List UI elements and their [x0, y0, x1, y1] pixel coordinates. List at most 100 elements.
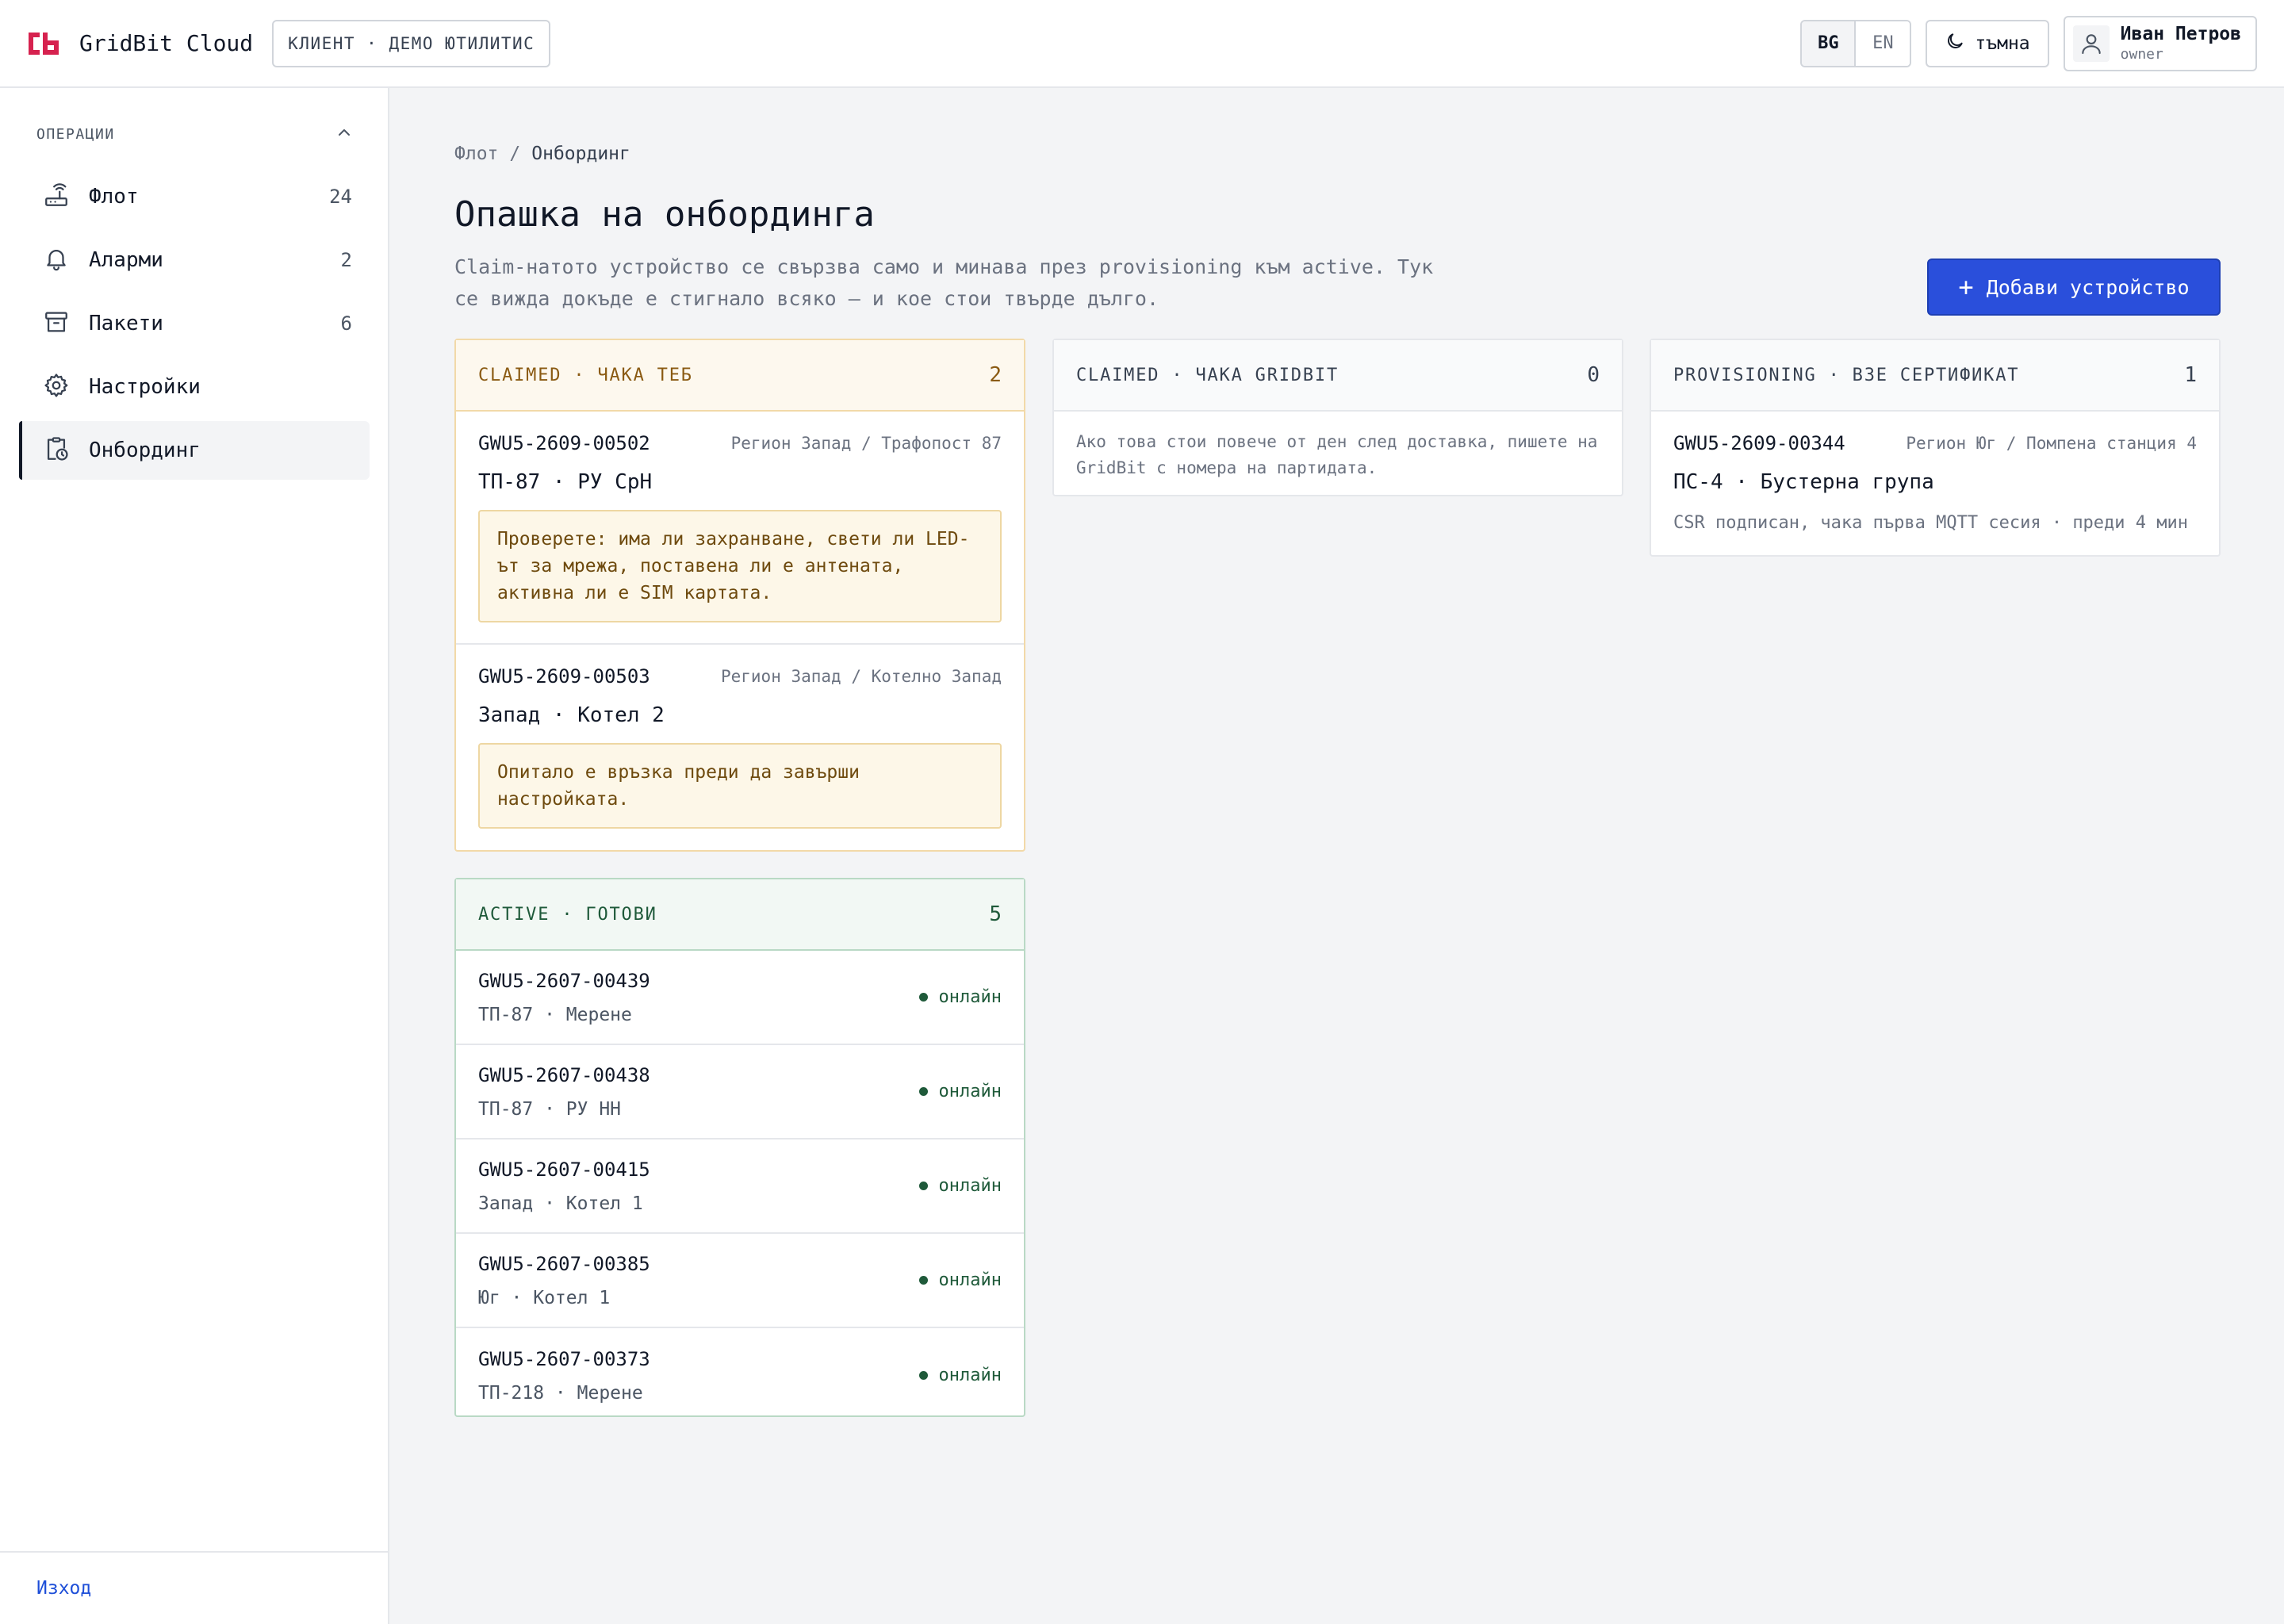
device-id: GWU5-2607-00415: [478, 1158, 650, 1181]
breadcrumb-current: Онбординг: [531, 144, 630, 164]
panel-header: ACTIVE · ГОТОВИ 5: [456, 879, 1024, 951]
sidebar-item-settings[interactable]: Настройки: [19, 358, 370, 416]
claimed-you-panel: CLAIMED · ЧАКА ТЕБ 2 GWU5-2609-00502 Рег…: [454, 339, 1025, 852]
user-menu[interactable]: Иван Петров owner: [2063, 15, 2257, 71]
device-id: GWU5-2609-00503: [478, 665, 650, 688]
sidebar-item-onboarding[interactable]: Онбординг: [19, 421, 370, 480]
add-device-button[interactable]: + Добави устройство: [1927, 259, 2221, 316]
device-location: Регион Запад / Трафопост 87: [730, 434, 1002, 453]
user-name: Иван Петров: [2120, 23, 2241, 44]
panel-title: CLAIMED · ЧАКА GRIDBIT: [1076, 365, 1339, 385]
active-device-row[interactable]: GWU5-2607-00439 ТП-87 · Мерене онлайн: [456, 951, 1024, 1045]
logout-link[interactable]: Изход: [0, 1551, 388, 1624]
top-bar: GridBit Cloud КЛИЕНТ · ДЕМО ЮТИЛИТИС BG …: [0, 0, 2284, 88]
panel-header: PROVISIONING · ВЗЕ СЕРТИФИКАТ 1: [1651, 340, 2219, 412]
user-avatar-icon: [2072, 25, 2110, 62]
device-id: GWU5-2609-00502: [478, 432, 650, 454]
device-name: ТП-218 · Мерене: [478, 1382, 643, 1404]
panel-count: 0: [1587, 363, 1600, 387]
sidebar-item-count: 24: [329, 186, 352, 208]
status-badge: онлайн: [918, 1176, 1002, 1196]
theme-toggle-button[interactable]: тъмна: [1926, 19, 2049, 67]
online-dot-icon: [918, 993, 928, 1002]
device-id: GWU5-2607-00373: [478, 1347, 650, 1370]
active-device-row[interactable]: GWU5-2607-00438 ТП-87 · РУ НН онлайн: [456, 1045, 1024, 1139]
plus-icon: +: [1958, 272, 1974, 302]
status-label: онлайн: [938, 987, 1002, 1007]
active-device-row[interactable]: GWU5-2607-00373 ТП-218 · Мерене онлайн: [456, 1328, 1024, 1423]
device-card[interactable]: GWU5-2609-00502 Регион Запад / Трафопост…: [456, 412, 1024, 645]
device-card[interactable]: GWU5-2609-00503 Регион Запад / Котелно З…: [456, 645, 1024, 848]
panel-empty-note: Ако това стои повече от ден след доставк…: [1076, 432, 1598, 477]
panel-count: 2: [989, 363, 1002, 387]
status-label: онлайн: [938, 1082, 1002, 1101]
status-badge: онлайн: [918, 1082, 1002, 1101]
sidebar-item-alarms[interactable]: Аларми 2: [19, 231, 370, 289]
page-title: Опашка на онбординга: [454, 194, 875, 235]
gear-icon: [43, 372, 70, 402]
status-badge: онлайн: [918, 987, 1002, 1007]
device-id: GWU5-2609-00344: [1673, 432, 1845, 454]
breadcrumb-separator: /: [509, 144, 521, 164]
device-name: ТП-87 · РУ СрН: [478, 470, 653, 494]
status-label: онлайн: [938, 1365, 1002, 1385]
sidebar-item-label: Пакети: [89, 312, 163, 335]
section-title: ОПЕРАЦИИ: [36, 125, 115, 143]
online-dot-icon: [918, 1182, 928, 1190]
device-card[interactable]: GWU5-2609-00344 Регион Юг / Помпена стан…: [1651, 412, 2219, 552]
lang-en-button[interactable]: EN: [1856, 21, 1910, 66]
operations-section-toggle[interactable]: ОПЕРАЦИИ: [36, 123, 354, 145]
online-dot-icon: [918, 1371, 928, 1380]
archive-icon: [43, 308, 70, 339]
active-panel: ACTIVE · ГОТОВИ 5 GWU5-2607-00439 ТП-87 …: [454, 878, 1025, 1417]
device-location: Регион Запад / Котелно Запад: [720, 667, 1002, 686]
online-dot-icon: [918, 1087, 928, 1096]
clipboard-clock-icon: [43, 435, 70, 465]
device-name: Запад · Котел 1: [478, 1193, 643, 1214]
panel-count: 1: [2184, 363, 2197, 387]
online-dot-icon: [918, 1276, 928, 1285]
status-label: онлайн: [938, 1176, 1002, 1196]
sidebar-item-count: 2: [340, 249, 352, 271]
device-id: GWU5-2607-00385: [478, 1252, 650, 1275]
panel-title: PROVISIONING · ВЗЕ СЕРТИФИКАТ: [1673, 365, 2020, 385]
bell-icon: [43, 245, 70, 275]
claimed-gridbit-panel: CLAIMED · ЧАКА GRIDBIT 0 Ако това стои п…: [1052, 339, 1623, 496]
theme-label: тъмна: [1975, 33, 2030, 54]
sidebar-item-packages[interactable]: Пакети 6: [19, 294, 370, 353]
language-switch: BG EN: [1800, 19, 1912, 67]
add-device-label: Добави устройство: [1986, 275, 2190, 299]
panel-count: 5: [989, 902, 1002, 926]
sidebar-item-label: Аларми: [89, 248, 163, 272]
device-id: GWU5-2607-00438: [478, 1063, 650, 1086]
active-device-row[interactable]: GWU5-2607-00415 Запад · Котел 1 онлайн: [456, 1139, 1024, 1234]
page-description: Claim-натото устройство се свързва само …: [454, 255, 1434, 310]
panel-header: CLAIMED · ЧАКА ТЕБ 2: [456, 340, 1024, 412]
chevron-up-icon: [335, 123, 354, 145]
panel-title: ACTIVE · ГОТОВИ: [478, 904, 657, 925]
status-label: онлайн: [938, 1270, 1002, 1290]
device-hint: Проверете: има ли захранване, свети ли L…: [478, 510, 1002, 622]
breadcrumb-parent-link[interactable]: Флот: [454, 144, 498, 164]
lang-bg-button[interactable]: BG: [1802, 21, 1857, 66]
sidebar-item-fleet[interactable]: Флот 24: [19, 167, 370, 226]
moon-icon: [1945, 31, 1965, 56]
active-device-row[interactable]: GWU5-2607-00385 Юг · Котел 1 онлайн: [456, 1234, 1024, 1328]
device-name: Запад · Котел 2: [478, 703, 665, 727]
router-icon: [43, 182, 70, 212]
device-name: ТП-87 · Мерене: [478, 1004, 632, 1025]
breadcrumb: Флот / Онбординг: [454, 144, 630, 164]
device-status: CSR подписан, чака първа MQTT сесия · пр…: [1673, 513, 2189, 533]
status-badge: онлайн: [918, 1365, 1002, 1385]
client-selector[interactable]: КЛИЕНТ · ДЕМО ЮТИЛИТИС: [272, 19, 551, 67]
sidebar-item-label: Флот: [89, 185, 139, 209]
provisioning-panel: PROVISIONING · ВЗЕ СЕРТИФИКАТ 1 GWU5-260…: [1650, 339, 2221, 557]
sidebar-nav: Флот 24 Аларми 2 Пакети 6 Настройки Онбо…: [19, 167, 370, 485]
status-badge: онлайн: [918, 1270, 1002, 1290]
app-name[interactable]: GridBit Cloud: [79, 30, 253, 56]
device-hint: Опитало е връзка преди да завърши настро…: [478, 743, 1002, 829]
device-name: ТП-87 · РУ НН: [478, 1098, 622, 1120]
panel-title: CLAIMED · ЧАКА ТЕБ: [478, 365, 693, 385]
device-location: Регион Юг / Помпена станция 4: [1906, 434, 2197, 453]
gridbit-logo-icon[interactable]: [27, 29, 60, 58]
